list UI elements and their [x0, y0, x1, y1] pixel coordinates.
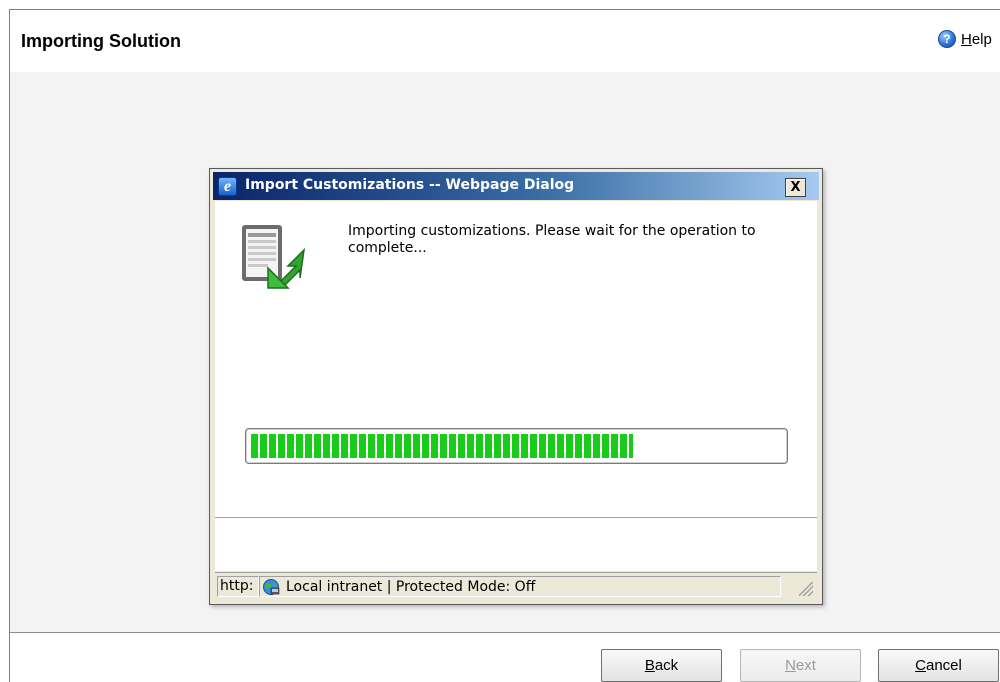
local-intranet-globe-icon: [263, 578, 280, 595]
status-security-zone[interactable]: Local intranet | Protected Mode: Off: [259, 576, 781, 597]
internet-explorer-icon: e: [218, 177, 237, 196]
help-icon: ?: [938, 30, 956, 48]
dialog-title: Import Customizations -- Webpage Dialog: [245, 177, 575, 193]
dialog-status-bar: http: Local intranet | Protected Mode: O…: [215, 572, 817, 599]
cancel-button[interactable]: Cancel: [878, 649, 999, 682]
back-button[interactable]: Back: [601, 649, 722, 682]
import-customizations-dialog: e Import Customizations -- Webpage Dialo…: [209, 168, 823, 605]
page-title: Importing Solution: [21, 31, 181, 51]
wizard-footer: Back Next Cancel: [10, 633, 1000, 682]
import-progress-bar: [245, 428, 788, 464]
import-progress-fill: [251, 434, 633, 458]
help-link[interactable]: ? Help: [938, 30, 992, 48]
next-button[interactable]: Next: [740, 649, 861, 682]
resize-grip[interactable]: [785, 576, 815, 597]
dialog-close-button[interactable]: X: [785, 178, 806, 197]
status-zone-text: Local intranet | Protected Mode: Off: [286, 578, 536, 595]
import-customizations-icon: [242, 225, 306, 290]
dialog-message: Importing customizations. Please wait fo…: [348, 223, 756, 256]
page-header: Importing Solution ? Help: [10, 10, 1000, 72]
status-protocol: http:: [217, 576, 259, 597]
dialog-titlebar[interactable]: e Import Customizations -- Webpage Dialo…: [213, 172, 819, 200]
dialog-content: Importing customizations. Please wait fo…: [215, 201, 817, 571]
help-label: Help: [961, 30, 992, 48]
